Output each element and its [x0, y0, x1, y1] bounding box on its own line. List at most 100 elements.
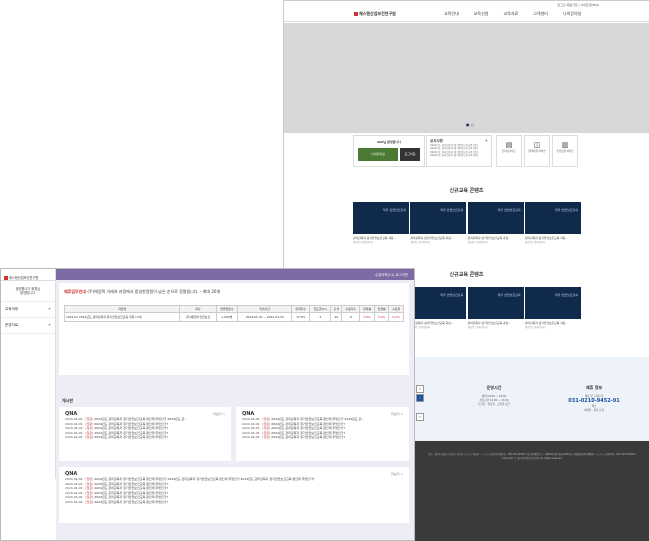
- table-cell: 0.0%: [388, 312, 404, 322]
- shortcut-label: 온라인가이드: [501, 150, 517, 153]
- content-card[interactable]: 직무 안전보건교육관리감독자 정기안전보건교육 과정...제조업 | 관리감독자: [410, 287, 467, 329]
- sidebar-item-resources[interactable]: 운영자료 +: [1, 318, 55, 334]
- content-thumbnail: 직무 안전보건교육: [467, 202, 524, 234]
- post-date: 2024-04-09: [65, 430, 83, 435]
- notice-card: 공지사항 + 2024년도 관리감독자 정기안전보건교육 안내 2024년도 관…: [426, 135, 492, 167]
- remote-support-shortcut[interactable]: ◫ 원격지원 서비스: [524, 135, 550, 167]
- enroll-service-shortcut[interactable]: ▥ 수강신청 서비스: [552, 135, 578, 167]
- content-sub: 제조업 | 관리감독자: [467, 241, 488, 244]
- content-sub: 제조업 | 관리감독자: [410, 241, 431, 244]
- content-thumbnail: 직무 안전보건교육: [353, 202, 409, 234]
- post-tag: [질문]: [85, 430, 94, 435]
- post-tag: [질문]: [85, 481, 94, 486]
- table-cell: 2024-01 2024년도 관리감독자 정기안전보건교육 과정 (1차): [63, 312, 181, 322]
- thumbnail-badge: 직무 안전보건교육: [554, 293, 578, 297]
- banner-pagination[interactable]: ● ○: [466, 122, 474, 127]
- hero-banner[interactable]: [284, 23, 649, 133]
- content-card[interactable]: 직무 안전보건교육관리감독자 정기안전보건교육 과정...제조업 | 관리감독자: [467, 287, 524, 329]
- board-more-link[interactable]: 더보기 >: [391, 412, 403, 416]
- post-date: 2024-04-09: [65, 481, 83, 486]
- chevron-right-icon[interactable]: ›: [416, 394, 424, 402]
- content-card[interactable]: 직무 안전보건교육관리감독자 정기안전보건교육 과정...제조업 | 관리감독자: [524, 287, 581, 329]
- board-more-link[interactable]: 더보기 >: [391, 472, 403, 476]
- logout-button[interactable]: 로그아웃: [400, 148, 420, 161]
- site-logo[interactable]: 제스텐산업보건연구원: [354, 11, 396, 17]
- thumbnail-badge: 직무 안전보건교육: [554, 208, 578, 212]
- sidebar-user: 환영합니다 회원님 환영합니다.: [1, 281, 55, 302]
- chevron-right-icon[interactable]: ›: [416, 413, 424, 421]
- thumbnail-badge: 직무 안전보건교육: [497, 208, 521, 212]
- content-card[interactable]: 직무 안전보건교육관리감독자 정기안전보건교육 과정...제조업 | 관리감독자: [524, 202, 581, 244]
- content-sub: 제조업 | 관리감독자: [524, 241, 545, 244]
- logo-mark-icon: [354, 12, 358, 16]
- table-cell: 4: [309, 312, 332, 322]
- sidebar-item-label: 교육과정: [5, 307, 19, 311]
- post-tag: [질문]: [85, 477, 94, 481]
- post-date: 2024-04-09: [242, 430, 260, 435]
- column-header: 수료율: [388, 305, 404, 313]
- contact-block: 제휴 정보 제휴 및 고객문의 031-0210-9452-91 팩스 이메일 …: [554, 385, 634, 412]
- content-card[interactable]: 직무 안전보건교육관리감독자 정기안전보건교육 과정...제조업 | 관리감독자: [353, 202, 409, 244]
- content-card[interactable]: 직무 안전보건교육관리감독자 정기안전보건교육 과정...제조업 | 관리감독자: [410, 202, 467, 244]
- board-section-title: 게시판: [62, 398, 74, 403]
- post-date: 2024-04-09: [65, 486, 83, 491]
- post-tag: [질문]: [262, 435, 271, 440]
- menu-item[interactable]: 교육자료: [503, 11, 518, 17]
- menu-item[interactable]: 고객센터: [533, 11, 548, 17]
- list-item[interactable]: 2024-04-09 [질문] 2024년도 관리감독자 정기안전보건교육 편인데…: [65, 435, 225, 440]
- post-date: 2024-04-09: [65, 490, 83, 495]
- notice-more-icon[interactable]: +: [485, 138, 488, 143]
- sidebar: 제스텐산업보건연구원 환영합니다 회원님 환영합니다. 교육과정 + 운영자료 +: [1, 269, 56, 479]
- notice-item[interactable]: 2024년도 관리감독자 정기안전보건교육 안내: [430, 154, 488, 157]
- menu-item[interactable]: 교육신청: [474, 11, 489, 17]
- shortcut-label: 원격지원 서비스: [528, 150, 546, 153]
- remote-support-icon: ◫: [533, 141, 541, 149]
- list-item[interactable]: 2024-04-09 [질문] 2024년도 관리감독자 정기안전보건교육 편인데…: [65, 500, 403, 505]
- board-more-link[interactable]: 더보기 >: [213, 412, 225, 416]
- column-header: 합격률: [359, 305, 375, 313]
- admin-topbar: 수강이력(11) 로그아웃: [56, 269, 414, 280]
- content-thumbnail: 직무 안전보건교육: [467, 287, 524, 319]
- sidebar-logo-text: 제스텐산업보건연구원: [9, 276, 39, 280]
- notice-prefix: 제휴업무안내: [64, 289, 87, 294]
- list-item[interactable]: 2024-04-09 [질문] 2024년도 관리감독자 정기안전보건교육 편인데…: [242, 435, 403, 440]
- content-card[interactable]: 직무 안전보건교육관리감독자 정기안전보건교육 과정...제조업 | 관리감독자: [467, 202, 524, 244]
- column-header: 진도율(%): [309, 305, 332, 313]
- content-sub: 제조업 | 관리감독자: [524, 326, 545, 329]
- post-date: 2024-04-09: [242, 435, 260, 440]
- column-header: 출석: [330, 305, 343, 313]
- content-sub: 제조업 | 관리감독자: [353, 241, 373, 244]
- post-tag: [질문]: [85, 417, 94, 421]
- qna-board: QNA 더보기 > 2024-04-09 [질문] 2024년도 관리감독자 정기…: [59, 407, 231, 461]
- post-date: 2024-04-09: [65, 417, 83, 421]
- footer-info: 운영시간 평일 09:00 ~ 18:00 점심시간 12:00 ~ 13:00…: [414, 357, 649, 441]
- table-cell: (주)에임텍 안전보건: [179, 312, 217, 322]
- menu-item[interactable]: 교육안내: [444, 11, 459, 17]
- online-guide-shortcut[interactable]: ▤ 온라인가이드: [496, 135, 522, 167]
- table-cell: 2024-01-01 ~ 2024-04-30: [237, 312, 293, 322]
- content-thumbnail: 직무 안전보건교육: [410, 202, 467, 234]
- post-title: 2024년도 관리감독자 정기안전보건교육 편인데 무엇인가?: [94, 495, 169, 500]
- my-classroom-button[interactable]: 나의강의실: [358, 148, 398, 161]
- chevron-right-icon[interactable]: ›: [416, 385, 424, 393]
- sidebar-item-courses[interactable]: 교육과정 +: [1, 302, 55, 318]
- menu-item[interactable]: 나의강의실: [563, 11, 581, 17]
- post-tag: [질문]: [85, 486, 94, 491]
- content-thumbs-row-1: 직무 안전보건교육 관리감독자 정기안전보건교육 과정... 제조업 | 관리감독자…: [353, 202, 581, 244]
- content-sub: 제조업 | 관리감독자: [467, 326, 488, 329]
- post-title: 2024년도 관리감독자 정기안전보건교육 편인데 무엇인가?: [94, 490, 169, 495]
- post-title: 2024년도 관리감독자 정기안전보건교육 편인데 무엇인가 2024년도 관.…: [94, 417, 188, 421]
- post-date: 2024-04-09: [65, 495, 83, 500]
- post-date: 2024-04-09: [65, 435, 83, 440]
- sidebar-logo[interactable]: 제스텐산업보건연구원: [1, 269, 55, 281]
- topbar-user-links[interactable]: 수강이력(11) 로그아웃: [375, 272, 408, 277]
- column-header: 회사: [179, 305, 217, 313]
- course-panel-notice: 제휴업무안내 (주)에임텍 거래처 과정에서 합성한정원이 낮은 순으로 정렬됩…: [59, 283, 409, 301]
- column-header: 과정명: [63, 305, 181, 313]
- content-thumbnail: 직무 안전보건교육: [524, 202, 581, 234]
- contact-title: 제휴 정보: [585, 385, 603, 390]
- hours-block: 운영시간 평일 09:00 ~ 18:00 점심시간 12:00 ~ 13:00…: [454, 385, 534, 406]
- table-row[interactable]: 2024-01 2024년도 관리감독자 정기안전보건교육 과정 (1차) (주…: [63, 312, 404, 322]
- admin-main: 제휴업무안내 (주)에임텍 거래처 과정에서 합성한정원이 낮은 순으로 정렬됩…: [56, 280, 414, 540]
- post-title: 2024년도 관리감독자 정기안전보건교육 편인데 무엇인가?: [94, 486, 169, 491]
